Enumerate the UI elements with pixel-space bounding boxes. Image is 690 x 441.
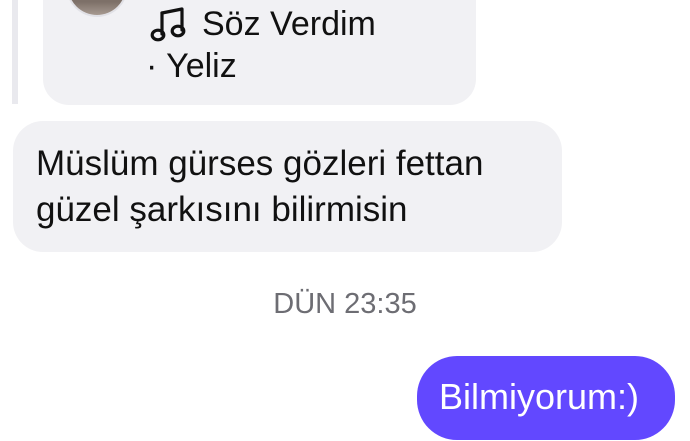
outgoing-message-text: Bilmiyorum:) — [439, 376, 640, 417]
music-note-icon — [150, 5, 188, 43]
shared-song-artist: · Yeliz — [146, 47, 237, 85]
shared-song-title: Söz Verdim — [202, 4, 376, 43]
incoming-message-text: Müslüm gürses gözleri fettan güzel şarkı… — [36, 144, 484, 229]
shared-song-title-row[interactable]: Söz Verdim — [150, 3, 376, 45]
reply-thread-line — [12, 0, 18, 104]
message-timestamp: DÜN 23:35 — [273, 288, 417, 320]
chat-screen: Söz Verdim · Yeliz Müslüm gürses gözleri… — [0, 0, 690, 441]
